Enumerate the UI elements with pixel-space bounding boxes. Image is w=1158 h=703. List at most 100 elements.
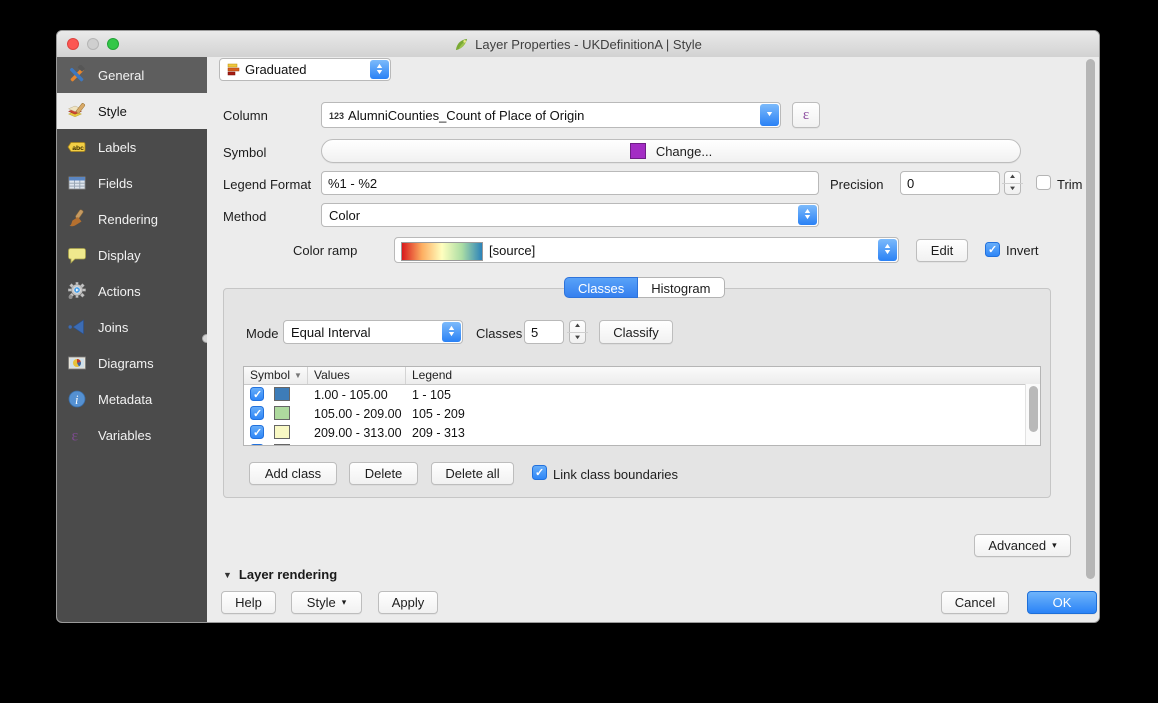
classes-count-label: Classes — [476, 326, 522, 341]
class-color-swatch[interactable] — [274, 387, 290, 401]
class-color-swatch[interactable] — [274, 444, 290, 446]
sidebar-item-label: Joins — [98, 320, 128, 335]
class-visibility-checkbox[interactable] — [250, 444, 264, 446]
classes-table-header[interactable]: Symbol ▼ Values Legend — [244, 367, 1040, 385]
renderer-type-combobox[interactable]: Graduated ▲▼ — [219, 58, 391, 81]
advanced-label: Advanced — [988, 538, 1046, 553]
sort-arrow-icon[interactable]: ▼ — [294, 371, 302, 380]
sidebar-item-actions[interactable]: Actions — [57, 273, 207, 309]
trim-checkbox[interactable] — [1036, 175, 1051, 190]
ok-label: OK — [1053, 595, 1072, 610]
zoom-window-button[interactable] — [107, 38, 119, 50]
sidebar-item-variables[interactable]: ε Variables — [57, 417, 207, 453]
classify-button[interactable]: Classify — [599, 320, 673, 344]
class-color-swatch[interactable] — [274, 425, 290, 439]
legend-format-input[interactable] — [321, 171, 819, 195]
sidebar-item-label: Actions — [98, 284, 141, 299]
color-ramp-label: Color ramp — [293, 243, 357, 258]
class-legend[interactable]: 1 - 105 — [412, 388, 451, 402]
table-scrollbar[interactable] — [1025, 384, 1040, 445]
class-legend[interactable]: 313 - 417 — [412, 445, 465, 446]
classes-table[interactable]: Symbol ▼ Values Legend 1.00 - 105.00 1 -… — [243, 366, 1041, 446]
class-row[interactable]: 1.00 - 105.00 1 - 105 — [244, 385, 1040, 404]
apply-button[interactable]: Apply — [378, 591, 438, 614]
header-values[interactable]: Values — [314, 368, 350, 382]
header-symbol[interactable]: Symbol — [250, 368, 290, 382]
column-combobox[interactable]: 123 AlumniCounties_Count of Place of Ori… — [321, 102, 781, 128]
precision-input[interactable] — [900, 171, 1000, 195]
class-row[interactable]: 105.00 - 209.00 105 - 209 — [244, 404, 1040, 423]
actions-icon — [67, 281, 87, 301]
ok-button[interactable]: OK — [1027, 591, 1097, 614]
graduated-symbol-icon — [227, 63, 240, 76]
collapse-arrow-icon: ▼ — [223, 570, 232, 580]
class-row[interactable]: 313.00 - 417.00 313 - 417 — [244, 442, 1040, 446]
sidebar-item-label: Metadata — [98, 392, 152, 407]
sidebar-item-joins[interactable]: Joins — [57, 309, 207, 345]
dialog-scrollbar-thumb[interactable] — [1086, 59, 1095, 579]
class-visibility-checkbox[interactable] — [250, 425, 264, 439]
dialog-scrollbar[interactable] — [1085, 59, 1096, 587]
column-label: Column — [223, 108, 268, 123]
sidebar-item-metadata[interactable]: i Metadata — [57, 381, 207, 417]
add-class-label: Add class — [265, 466, 321, 481]
link-class-boundaries-checkbox[interactable] — [532, 465, 547, 480]
sidebar-item-display[interactable]: Display — [57, 237, 207, 273]
sidebar-item-labels[interactable]: abc Labels — [57, 129, 207, 165]
advanced-button[interactable]: Advanced ▾ — [974, 534, 1071, 557]
dropdown-arrow-icon: ▾ — [1052, 540, 1057, 551]
sidebar-item-label: Diagrams — [98, 356, 154, 371]
sidebar-item-general[interactable]: General — [57, 57, 207, 93]
symbol-change-button[interactable]: Change... — [321, 139, 1021, 163]
class-legend[interactable]: 105 - 209 — [412, 407, 465, 421]
color-ramp-combobox[interactable]: [source] ▲▼ — [394, 237, 899, 263]
method-combobox[interactable]: Color ▲▼ — [321, 203, 819, 227]
sidebar-item-rendering[interactable]: Rendering — [57, 201, 207, 237]
class-values[interactable]: 209.00 - 313.00 — [314, 426, 402, 440]
minimize-window-button[interactable] — [87, 38, 99, 50]
class-visibility-checkbox[interactable] — [250, 387, 264, 401]
sidebar-item-fields[interactable]: Fields — [57, 165, 207, 201]
color-ramp-preview — [401, 242, 483, 261]
class-values[interactable]: 105.00 - 209.00 — [314, 407, 402, 421]
color-ramp-value: [source] — [489, 243, 535, 258]
tab-histogram[interactable]: Histogram — [638, 277, 724, 298]
sidebar-item-style[interactable]: Style — [57, 93, 207, 129]
class-legend[interactable]: 209 - 313 — [412, 426, 465, 440]
chevron-updown-icon: ▲▼ — [798, 205, 817, 225]
tab-classes[interactable]: Classes — [564, 277, 638, 298]
sidebar: General Style abc Labels — [57, 57, 207, 622]
display-icon — [67, 245, 87, 265]
class-visibility-checkbox[interactable] — [250, 406, 264, 420]
layer-rendering-section[interactable]: ▼ Layer rendering — [223, 567, 337, 582]
legend-format-label: Legend Format — [223, 177, 311, 192]
class-values[interactable]: 1.00 - 105.00 — [314, 388, 388, 402]
mode-combobox[interactable]: Equal Interval ▲▼ — [283, 320, 463, 344]
classes-histogram-tabbar: Classes Histogram — [564, 277, 725, 298]
invert-checkbox[interactable] — [985, 242, 1000, 257]
class-color-swatch[interactable] — [274, 406, 290, 420]
delete-all-button[interactable]: Delete all — [431, 462, 514, 485]
classes-count-input[interactable] — [524, 320, 564, 344]
epsilon-icon: ε — [803, 107, 809, 124]
table-scrollbar-thumb[interactable] — [1029, 386, 1038, 432]
fields-icon — [67, 173, 87, 193]
expression-builder-button[interactable]: ε — [792, 102, 820, 128]
add-class-button[interactable]: Add class — [249, 462, 337, 485]
delete-button[interactable]: Delete — [349, 462, 418, 485]
sidebar-item-diagrams[interactable]: Diagrams — [57, 345, 207, 381]
mode-value: Equal Interval — [291, 325, 371, 340]
edit-ramp-button[interactable]: Edit — [916, 239, 968, 262]
sidebar-item-label: Variables — [98, 428, 151, 443]
class-values[interactable]: 313.00 - 417.00 — [314, 445, 402, 446]
class-row[interactable]: 209.00 - 313.00 209 - 313 — [244, 423, 1040, 442]
header-legend[interactable]: Legend — [412, 368, 452, 382]
title-bar[interactable]: Layer Properties - UKDefinitionA | Style — [57, 31, 1099, 58]
cancel-button[interactable]: Cancel — [941, 591, 1009, 614]
help-button[interactable]: Help — [221, 591, 276, 614]
classes-count-stepper[interactable]: ▲▼ — [569, 320, 586, 344]
close-window-button[interactable] — [67, 38, 79, 50]
precision-stepper[interactable]: ▲▼ — [1004, 171, 1021, 195]
style-menu-button[interactable]: Style ▾ — [291, 591, 362, 614]
svg-text:i: i — [75, 393, 79, 407]
